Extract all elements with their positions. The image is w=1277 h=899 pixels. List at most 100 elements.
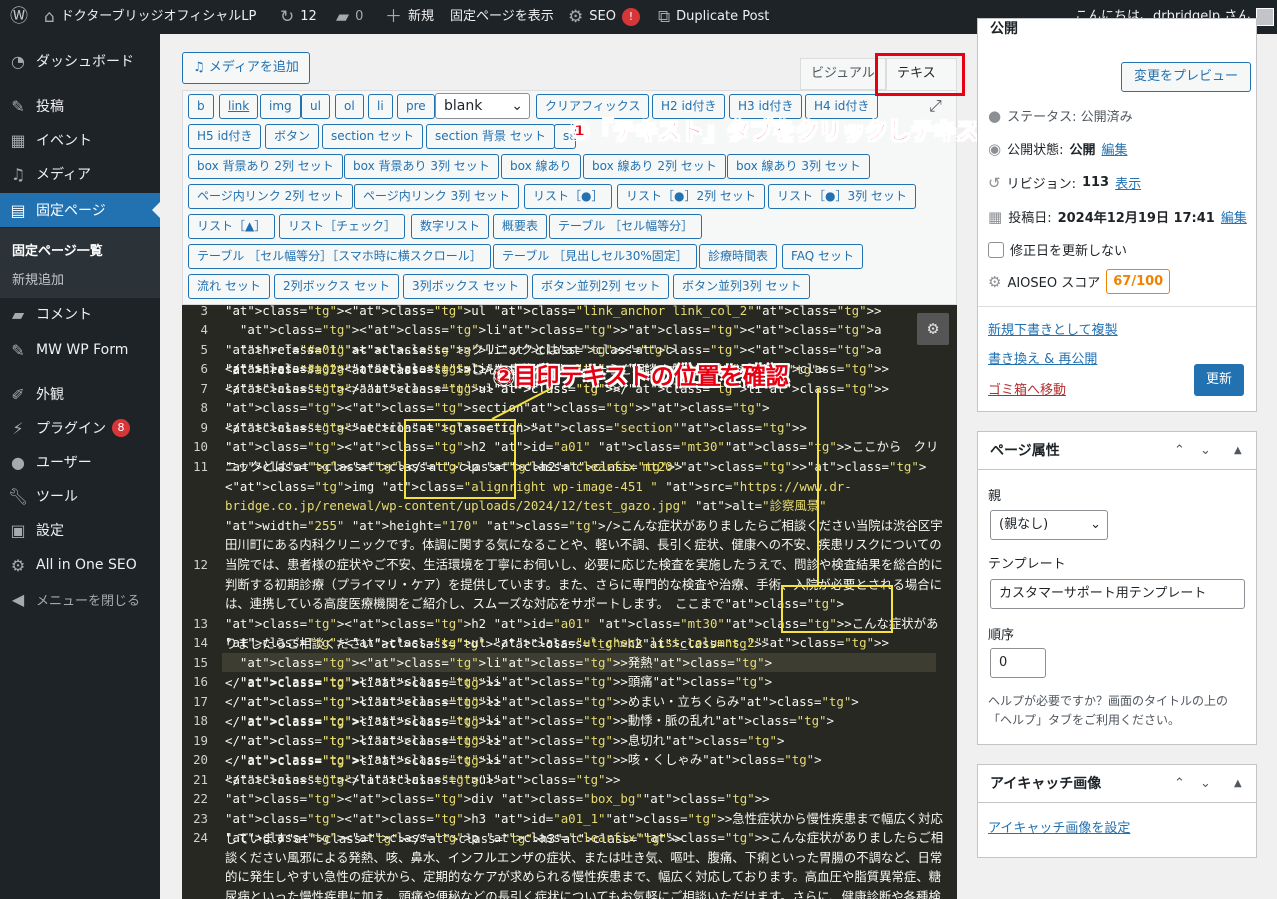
collapse-menu-button[interactable]: ◀ メニューを閉じる	[0, 582, 160, 616]
no-update-date-checkbox[interactable]	[988, 241, 1004, 258]
qt-ul[interactable]: ul	[301, 94, 330, 119]
menu-media[interactable]: ♫ メディア	[0, 157, 160, 191]
add-media-button[interactable]: ♫ メディアを追加	[182, 52, 310, 84]
qt-box-bg-2[interactable]: box 背景あり 2列 セット	[188, 154, 343, 179]
chevron-up-icon[interactable]: ⌃	[1174, 432, 1185, 470]
qt-ol[interactable]: ol	[335, 94, 364, 119]
new-content-link[interactable]: ＋新規	[385, 0, 434, 34]
submenu-pages-list[interactable]: 固定ページ一覧	[12, 240, 103, 259]
qt-list-dot[interactable]: リスト［●］	[524, 184, 613, 209]
qt-table-equal-scroll[interactable]: テーブル ［セル幅等分］［スマホ時に横スクロール］	[188, 244, 491, 269]
date-edit-link[interactable]: 編集	[1221, 207, 1247, 226]
copy-draft-link[interactable]: 新規下書きとして複製	[988, 319, 1118, 338]
duplicate-post-link[interactable]: ⧉ Duplicate Post	[658, 0, 769, 34]
qt-btn-2col[interactable]: ボタン並列2列 セット	[532, 274, 670, 299]
format-select[interactable]: blank ⌄	[435, 93, 530, 119]
publish-panel: 公開 変更をプレビュー ● ステータス: 公開済み ◉ 公開状態: 公開 編集 ↺ リビジ…	[977, 18, 1257, 412]
comments-link[interactable]: ▰ 0	[336, 0, 363, 34]
qt-hours-table[interactable]: 診療時間表	[699, 244, 778, 269]
chevron-down-icon[interactable]: ⌄	[1200, 765, 1211, 803]
annotation-step-2: ②目印テキストの位置を確認	[494, 364, 789, 390]
qt-section-bg[interactable]: section 背景 セット	[426, 124, 555, 149]
line-number: 21	[193, 772, 208, 787]
line-number: 18	[193, 713, 208, 728]
qt-img[interactable]: img	[260, 94, 301, 119]
calendar-icon: ▦	[988, 207, 1003, 226]
updates-link[interactable]: ↻ 12	[280, 0, 317, 34]
qt-btn-3col[interactable]: ボタン並列3列 セット	[673, 274, 811, 299]
submenu-pages-new[interactable]: 新規追加	[12, 269, 64, 288]
menu-dashboard[interactable]: ◔ ダッシュボード	[0, 44, 160, 78]
template-select[interactable]: カスタマーサポート用テンプレート	[990, 579, 1245, 609]
qt-overview-table[interactable]: 概要表	[493, 214, 548, 239]
chevron-down-icon[interactable]: ⌄	[1200, 432, 1211, 470]
qt-box-bg-3[interactable]: box 背景あり 3列 セット	[344, 154, 499, 179]
menu-events[interactable]: ▦ イベント	[0, 123, 160, 157]
menu-aioseo[interactable]: ⚙ All in One SEO	[0, 548, 160, 582]
qt-button[interactable]: ボタン	[265, 124, 320, 149]
tab-visual[interactable]: ビジュアル	[800, 58, 886, 90]
qt-li[interactable]: li	[368, 94, 393, 119]
menu-posts[interactable]: ✎ 投稿	[0, 89, 160, 123]
set-featured-image-link[interactable]: アイキャッチ画像を設定	[988, 817, 1130, 836]
line-number: 24	[193, 830, 208, 845]
qt-box-line-2[interactable]: box 線あり 2列 セット	[583, 154, 726, 179]
preview-button[interactable]: 変更をプレビュー	[1121, 62, 1252, 92]
menu-users[interactable]: ● ユーザー	[0, 445, 160, 479]
toggle-panel-icon[interactable]: ▲	[1234, 765, 1242, 803]
qt-list-dot-3[interactable]: リスト［●］3列 セット	[768, 184, 916, 209]
menu-mwwp[interactable]: ✎ MW WP Form	[0, 333, 160, 367]
menu-tools[interactable]: 🔧︎ ツール	[0, 479, 160, 513]
qt-table-head30[interactable]: テーブル ［見出しセル30%固定］	[493, 244, 697, 269]
qt-box-3col[interactable]: 3列ボックス セット	[403, 274, 529, 299]
parent-select[interactable]: (親なし) ⌄	[990, 510, 1108, 540]
visibility-edit-link[interactable]: 編集	[1102, 139, 1128, 158]
seo-alert-badge: !	[621, 8, 640, 26]
qt-b[interactable]: b	[188, 94, 214, 119]
line-number: 16	[193, 674, 208, 689]
menu-appearance[interactable]: ✐ 外観	[0, 377, 160, 411]
trash-link[interactable]: ゴミ箱へ移動	[988, 379, 1066, 398]
menu-comments[interactable]: ▰ コメント	[0, 297, 160, 331]
media-icon: ♫	[193, 60, 209, 75]
qt-list-dot-2[interactable]: リスト［●］2列 セット	[617, 184, 765, 209]
qt-list-triangle[interactable]: リスト［▲］	[188, 214, 276, 239]
menu-plugins[interactable]: ⚡ プラグイン 8	[0, 411, 160, 445]
toggle-panel-icon[interactable]: ▲	[1234, 432, 1242, 470]
media-icon: ♫	[10, 164, 26, 184]
qt-box-2col[interactable]: 2列ボックス セット	[274, 274, 400, 299]
qt-faq[interactable]: FAQ セット	[782, 244, 864, 269]
text-tab-highlight	[875, 53, 965, 96]
qt-flow[interactable]: 流れ セット	[188, 274, 270, 299]
site-name-link[interactable]: ⌂ ドクターブリッジオフィシャルLP	[44, 0, 256, 34]
order-input[interactable]: 0	[990, 648, 1046, 678]
rewrite-link[interactable]: 書き換え & 再公開	[988, 348, 1097, 367]
menu-pages[interactable]: ▤ 固定ページ	[0, 193, 160, 227]
code-line: "at">class="tg"><"at">class="tg">ul "at"…	[225, 305, 882, 318]
form-icon: ✎	[11, 340, 25, 360]
qt-list-check[interactable]: リスト［チェック］	[279, 214, 406, 239]
view-page-link[interactable]: 固定ページを表示	[450, 0, 554, 34]
revisions-row: ↺ リビジョン: 113 表示	[988, 173, 1142, 193]
revisions-show-link[interactable]: 表示	[1115, 173, 1141, 192]
code-editor[interactable]: ⚙ 3 "at">class="tg"><"at">class="tg">ul …	[182, 305, 957, 899]
update-button[interactable]: 更新	[1194, 364, 1245, 396]
editor: ♫ メディアを追加 ビジュアル テキスト b link img ul ol li…	[182, 52, 965, 899]
chevron-up-icon[interactable]: ⌃	[1174, 765, 1185, 803]
line-number: 13	[193, 616, 208, 631]
seo-menu[interactable]: ⚙ SEO!	[568, 0, 640, 34]
qt-h5[interactable]: H5 id付き	[188, 124, 262, 149]
chevron-down-icon: ⌄	[511, 98, 523, 114]
qt-section[interactable]: section セット	[322, 124, 424, 149]
qt-link[interactable]: link	[219, 94, 259, 119]
wordpress-logo-icon[interactable]: Ⓦ	[10, 0, 28, 34]
qt-table-equal[interactable]: テーブル ［セル幅等分］	[549, 214, 703, 239]
qt-number-list[interactable]: 数字リスト	[411, 214, 490, 239]
qt-pre[interactable]: pre	[397, 94, 435, 119]
qt-pagelink-3[interactable]: ページ内リンク 3列 セット	[354, 184, 520, 209]
aioseo-score-badge[interactable]: 67/100	[1106, 269, 1171, 294]
qt-box-line[interactable]: box 線あり	[501, 154, 581, 179]
menu-settings[interactable]: ▣ 設定	[0, 513, 160, 547]
qt-box-line-3[interactable]: box 線あり 3列 セット	[727, 154, 870, 179]
qt-pagelink-2[interactable]: ページ内リンク 2列 セット	[188, 184, 354, 209]
